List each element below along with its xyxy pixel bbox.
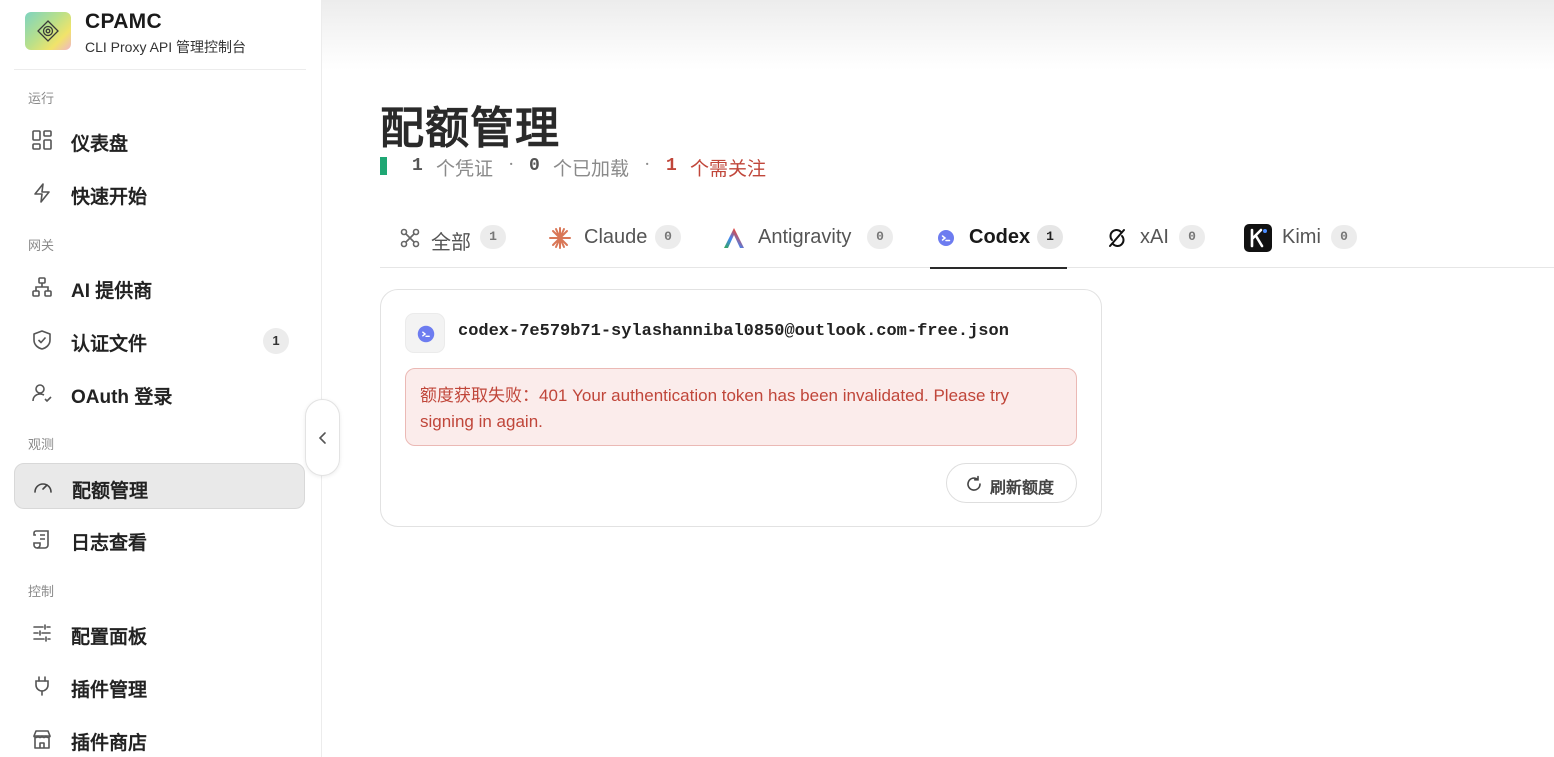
- all-icon: [400, 228, 420, 248]
- app-subtitle: CLI Proxy API 管理控制台: [85, 39, 247, 55]
- sidebar-item-auth-files[interactable]: 认证文件 1: [14, 317, 305, 363]
- sidebar: CPAMC CLI Proxy API 管理控制台 运行 仪表盘 快速开始 网关…: [0, 0, 322, 757]
- attention-label: 个需关注: [690, 159, 767, 180]
- tab-label: xAI: [1140, 226, 1169, 248]
- sidebar-item-quota-management[interactable]: 配额管理: [14, 463, 305, 509]
- stats-separator: ·: [644, 154, 651, 175]
- tab-count-badge: 0: [867, 225, 893, 249]
- sidebar-item-label: AI 提供商: [71, 281, 153, 302]
- status-indicator-bar: [380, 157, 387, 175]
- sidebar-item-label: 插件商店: [71, 733, 148, 754]
- section-label-control: 控制: [28, 584, 55, 599]
- tab-count-badge: 0: [1179, 225, 1205, 249]
- sidebar-item-quick-start[interactable]: 快速开始: [14, 170, 305, 216]
- lightning-icon: [34, 183, 50, 203]
- chevron-left-icon: [318, 432, 326, 444]
- refresh-icon: [967, 475, 981, 491]
- quota-card: codex-7e579b71-sylashannibal0850@outlook…: [380, 289, 1102, 527]
- sidebar-item-label: OAuth 登录: [71, 387, 173, 408]
- scroll-icon: [33, 530, 49, 549]
- shield-icon: [33, 330, 51, 350]
- loaded-count: 0: [529, 156, 540, 176]
- sidebar-item-label: 日志查看: [71, 533, 148, 554]
- app-name: CPAMC: [85, 10, 162, 33]
- sidebar-item-plugin-management[interactable]: 插件管理: [14, 663, 305, 709]
- tab-label: Antigravity: [758, 226, 852, 248]
- tab-all[interactable]: 全部 1: [394, 212, 510, 268]
- sidebar-item-label: 仪表盘: [71, 134, 129, 155]
- tab-label: Kimi: [1282, 226, 1321, 248]
- tab-kimi[interactable]: Kimi 0: [1244, 212, 1360, 268]
- attention-count: 1: [666, 156, 677, 176]
- provider-tabs: 全部 1 Claude 0 Antigravity 0 Codex 1 xAI …: [380, 212, 1554, 269]
- tab-count-badge: 1: [480, 225, 506, 249]
- dashboard-icon: [32, 130, 52, 150]
- credentials-count: 1: [412, 156, 423, 176]
- plug-icon: [35, 676, 49, 696]
- sidebar-item-oauth-login[interactable]: OAuth 登录: [14, 370, 305, 416]
- sliders-icon: [33, 624, 51, 642]
- sidebar-item-label: 配额管理: [72, 481, 149, 502]
- loaded-label: 个已加载: [553, 159, 630, 180]
- sidebar-item-logs[interactable]: 日志查看: [14, 516, 305, 562]
- sidebar-item-label: 认证文件: [71, 334, 148, 355]
- tab-label: Codex: [969, 226, 1031, 248]
- sidebar-item-config-panel[interactable]: 配置面板: [14, 610, 305, 656]
- sidebar-collapse-button[interactable]: [305, 399, 340, 476]
- page-title: 配额管理: [380, 104, 560, 153]
- tab-count-badge: 0: [655, 225, 681, 249]
- store-icon: [33, 730, 51, 749]
- codex-icon: [938, 230, 954, 246]
- user-icon: [32, 384, 52, 403]
- tab-count-badge: 1: [1037, 225, 1063, 249]
- antigravity-icon: [724, 228, 744, 248]
- tab-xai[interactable]: xAI 0: [1105, 212, 1207, 268]
- network-icon: [32, 277, 52, 297]
- sidebar-item-ai-providers[interactable]: AI 提供商: [14, 264, 305, 310]
- tab-count-badge: 0: [1331, 225, 1357, 249]
- sidebar-item-label: 插件管理: [71, 680, 148, 701]
- sidebar-item-dashboard[interactable]: 仪表盘: [14, 117, 305, 163]
- stats-separator: ·: [508, 154, 515, 175]
- tab-codex[interactable]: Codex 1: [930, 212, 1067, 269]
- tab-antigravity[interactable]: Antigravity 0: [722, 212, 897, 268]
- app-logo-icon: [25, 12, 71, 50]
- tab-label: Claude: [584, 226, 648, 248]
- claude-icon: [549, 227, 571, 249]
- refresh-quota-label: 刷新额度: [990, 480, 1055, 497]
- brand-header: CPAMC CLI Proxy API 管理控制台: [14, 0, 306, 70]
- codex-file-icon: [405, 313, 445, 353]
- sidebar-item-plugin-store[interactable]: 插件商店: [14, 716, 305, 757]
- section-label-gateway: 网关: [28, 238, 55, 253]
- credentials-label: 个凭证: [436, 159, 494, 180]
- quota-error-message: 额度获取失败：401 Your authentication token has…: [405, 368, 1077, 446]
- tab-label: 全部: [431, 232, 471, 254]
- sidebar-item-label: 快速开始: [71, 187, 148, 208]
- section-label-run: 运行: [28, 91, 55, 106]
- tab-claude[interactable]: Claude 0: [548, 212, 688, 268]
- sidebar-item-label: 配置面板: [71, 627, 148, 648]
- section-label-observe: 观测: [28, 437, 55, 452]
- gauge-icon: [34, 483, 52, 493]
- top-bar: [322, 0, 1554, 70]
- auth-files-count-badge: 1: [263, 328, 289, 354]
- xai-icon: [1109, 229, 1125, 247]
- credential-file-name: codex-7e579b71-sylashannibal0850@outlook…: [458, 322, 1009, 341]
- refresh-quota-button[interactable]: 刷新额度: [946, 463, 1077, 503]
- kimi-icon: [1244, 224, 1272, 252]
